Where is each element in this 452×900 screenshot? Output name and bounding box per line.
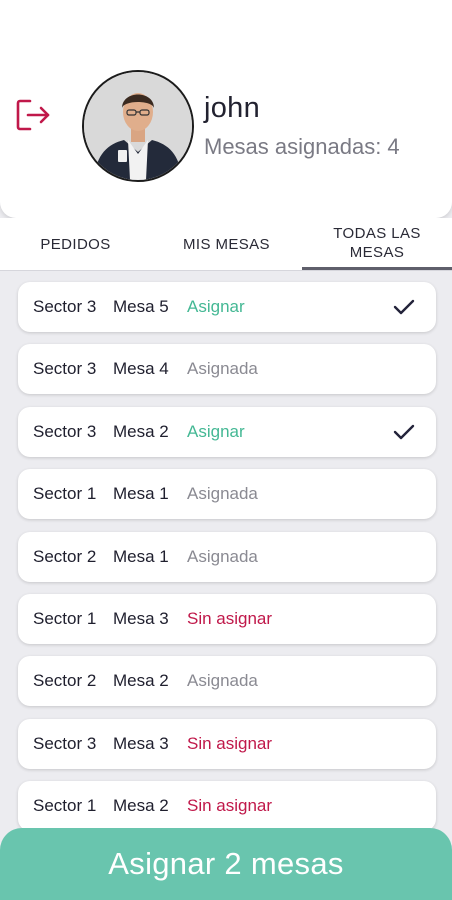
table-number: Mesa 4 xyxy=(113,359,169,379)
table-sector: Sector 1 xyxy=(33,796,97,816)
table-status: Asignada xyxy=(187,484,258,504)
table-row[interactable]: Sector 1 Mesa 2 Sin asignar xyxy=(18,781,436,832)
table-status: Sin asignar xyxy=(187,733,273,753)
table-sector: Sector 2 xyxy=(33,546,97,566)
table-row[interactable]: Sector 3 Mesa 3 Sin asignar xyxy=(18,718,436,769)
table-sector: Sector 2 xyxy=(33,671,97,691)
tab-pedidos[interactable]: PEDIDOS xyxy=(0,218,151,270)
table-number: Mesa 2 xyxy=(113,421,169,441)
table-sector: Sector 3 xyxy=(33,733,97,753)
assigned-tables-count: Mesas asignadas: 4 xyxy=(204,134,400,159)
table-status: Asignada xyxy=(187,546,258,566)
table-number: Mesa 3 xyxy=(113,608,169,628)
table-sector: Sector 3 xyxy=(33,359,97,379)
tab-todas-las-mesas[interactable]: TODAS LAS MESAS xyxy=(302,218,452,270)
table-sector: Sector 1 xyxy=(33,484,97,504)
table-sector: Sector 3 xyxy=(33,421,97,441)
table-number: Mesa 3 xyxy=(113,733,169,753)
table-row[interactable]: Sector 1 Mesa 3 Sin asignar xyxy=(18,593,436,644)
table-row[interactable]: Sector 2 Mesa 2 Asignada xyxy=(18,656,436,707)
check-icon xyxy=(393,299,415,315)
table-status: Asignar xyxy=(187,421,245,441)
table-number: Mesa 5 xyxy=(113,297,169,316)
tab-todas-las-mesas-label: TODAS LAS MESAS xyxy=(333,224,421,261)
table-sector: Sector 1 xyxy=(33,608,97,628)
table-row[interactable]: Sector 2 Mesa 1 Asignada xyxy=(18,531,436,582)
table-status: Sin asignar xyxy=(187,796,273,816)
table-number: Mesa 1 xyxy=(113,546,169,566)
table-status: Asignada xyxy=(187,671,258,691)
table-row[interactable]: Sector 3 Mesa 5 Asignar xyxy=(18,282,436,332)
table-status: Asignar xyxy=(187,297,245,316)
logout-icon[interactable] xyxy=(14,96,52,134)
check-icon xyxy=(393,424,415,439)
table-row[interactable]: Sector 1 Mesa 1 Asignada xyxy=(18,469,436,520)
table-number: Mesa 2 xyxy=(113,671,169,691)
tables-list: Sector 3 Mesa 5 Asignar Sector 3 Mesa 4 Asign… xyxy=(18,282,436,844)
table-row[interactable]: Sector 3 Mesa 2 Asignar xyxy=(18,406,436,457)
user-avatar xyxy=(82,70,194,182)
table-row[interactable]: Sector 3 Mesa 4 Asignada xyxy=(18,344,436,395)
table-sector: Sector 3 xyxy=(33,297,97,316)
table-number: Mesa 2 xyxy=(113,796,169,816)
table-status: Asignada xyxy=(187,359,258,379)
profile-header: john Mesas asignadas: 4 xyxy=(0,0,452,218)
tab-mis-mesas[interactable]: MIS MESAS xyxy=(151,218,302,270)
table-number: Mesa 1 xyxy=(113,484,169,504)
tab-bar: PEDIDOS MIS MESAS TODAS LAS MESAS xyxy=(0,218,452,271)
table-status: Sin asignar xyxy=(187,608,273,628)
assign-tables-button[interactable]: Asignar 2 mesas xyxy=(0,828,452,900)
user-name: john xyxy=(204,92,261,124)
